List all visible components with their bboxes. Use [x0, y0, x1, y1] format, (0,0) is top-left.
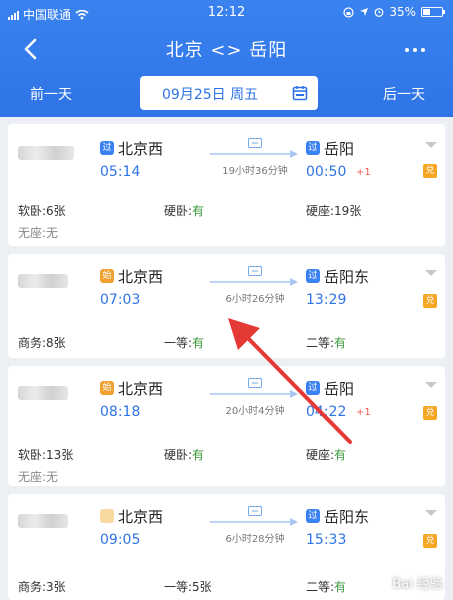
expand-chevron-icon[interactable]	[425, 382, 437, 388]
departure-time: 09:05	[100, 532, 141, 548]
departure-station: 北京西	[118, 380, 164, 398]
arrival-time: 04:22	[306, 404, 347, 420]
arrival-station: 岳阳东	[324, 508, 370, 526]
location-icon	[360, 8, 369, 16]
departure-station: 北京西	[118, 140, 164, 158]
pass-badge: 过	[306, 509, 320, 523]
page-title: 北京 <> 岳阳	[165, 40, 288, 61]
date-bar: 前一天 09月25日 周五 后一天	[0, 74, 453, 114]
prev-day-button[interactable]: 前一天	[30, 84, 72, 104]
seat-second-class: 二等:有	[306, 336, 347, 350]
train-number-blurred	[18, 274, 68, 288]
redeem-badge: 兑	[423, 406, 437, 420]
ticket-icon	[248, 138, 262, 148]
battery-percent: 35%	[389, 5, 416, 19]
arrival-time: 13:29	[306, 292, 347, 308]
seat-second-class: 二等:有	[306, 580, 347, 594]
seat-first-class: 一等:5张	[164, 580, 212, 594]
trip-duration: 6小时28分钟	[225, 534, 285, 545]
app-header: 中国联通 12:12 35% 北京 <> 岳阳 前一天 09月25日 周五 后一…	[0, 0, 453, 117]
next-day-button[interactable]: 后一天	[383, 84, 425, 104]
origin-badge: 始	[100, 269, 114, 283]
train-card[interactable]: 始 北京西 07:03 6小时26分钟 过 岳阳东 13:29 兑 商务:8张 …	[8, 254, 445, 358]
route-arrow	[210, 278, 298, 286]
ticket-icon	[248, 506, 262, 516]
arrival-station: 岳阳	[324, 140, 355, 158]
seat-business: 商务:8张	[18, 336, 66, 350]
route-arrow	[210, 390, 298, 398]
redeem-badge: 兑	[423, 294, 437, 308]
train-number-blurred	[18, 386, 68, 400]
date-label: 09月25日 周五	[162, 87, 259, 103]
departure-time: 05:14	[100, 164, 141, 180]
arrival-station: 岳阳东	[324, 268, 370, 286]
expand-chevron-icon[interactable]	[425, 270, 437, 276]
expand-chevron-icon[interactable]	[425, 510, 437, 516]
train-number-blurred	[18, 146, 74, 160]
train-card[interactable]: 北京西 09:05 6小时28分钟 过 岳阳东 15:33 兑 商务:3张 一等…	[8, 494, 445, 600]
departure-time: 07:03	[100, 292, 141, 308]
pass-badge: 过	[306, 269, 320, 283]
route-arrow	[210, 518, 298, 526]
ticket-icon	[248, 378, 262, 388]
origin-badge: 始	[100, 381, 114, 395]
next-day-flag: +1	[356, 407, 371, 418]
train-card[interactable]: 过 北京西 05:14 19小时36分钟 过 岳阳 00:50 +1 兑 软卧:…	[8, 124, 445, 246]
battery-icon	[421, 7, 445, 17]
departure-station: 北京西	[118, 508, 164, 526]
train-card[interactable]: 始 北京西 08:18 20小时4分钟 过 岳阳 04:22 +1 兑 软卧:1…	[8, 366, 445, 486]
date-picker[interactable]: 09月25日 周五	[140, 76, 318, 110]
arrival-time: 15:33	[306, 532, 347, 548]
status-bar: 中国联通 12:12 35%	[0, 0, 453, 28]
seat-hard-seat: 硬座:19张	[306, 204, 362, 218]
seat-hard-sleeper: 硬卧:有	[164, 448, 205, 462]
watermark: Bai 经验	[392, 577, 443, 592]
more-options-icon[interactable]	[405, 48, 425, 52]
departure-station: 北京西	[118, 268, 164, 286]
pass-badge: 过	[306, 381, 320, 395]
pass-badge: 过	[306, 141, 320, 155]
train-number-blurred	[18, 514, 68, 528]
lock-rotation-icon	[343, 6, 354, 18]
seat-first-class: 一等:有	[164, 336, 205, 350]
calendar-icon	[292, 86, 308, 101]
nav-bar: 北京 <> 岳阳	[0, 28, 453, 70]
pass-badge: 过	[100, 141, 114, 155]
redeem-badge: 兑	[423, 164, 437, 178]
trip-duration: 6小时26分钟	[225, 294, 285, 305]
seat-business: 商务:3张	[18, 580, 66, 594]
seat-no-seat: 无座:无	[18, 226, 59, 240]
ticket-icon	[248, 266, 262, 276]
seat-hard-sleeper: 硬卧:有	[164, 204, 205, 218]
next-day-flag: +1	[356, 167, 371, 178]
redeem-badge: 兑	[423, 534, 437, 548]
arrival-time: 00:50	[306, 164, 347, 180]
seat-no-seat: 无座:无	[18, 470, 59, 484]
expand-chevron-icon[interactable]	[425, 142, 437, 148]
trip-duration: 19小时36分钟	[222, 166, 288, 177]
origin-badge	[100, 509, 114, 523]
seat-hard-seat: 硬座:有	[306, 448, 347, 462]
alarm-icon	[374, 8, 384, 17]
route-arrow	[210, 150, 298, 158]
trip-duration: 20小时4分钟	[225, 406, 285, 417]
arrival-station: 岳阳	[324, 380, 355, 398]
departure-time: 08:18	[100, 404, 141, 420]
seat-soft-sleeper: 软卧:6张	[18, 204, 66, 218]
seat-soft-sleeper: 软卧:13张	[18, 448, 74, 462]
